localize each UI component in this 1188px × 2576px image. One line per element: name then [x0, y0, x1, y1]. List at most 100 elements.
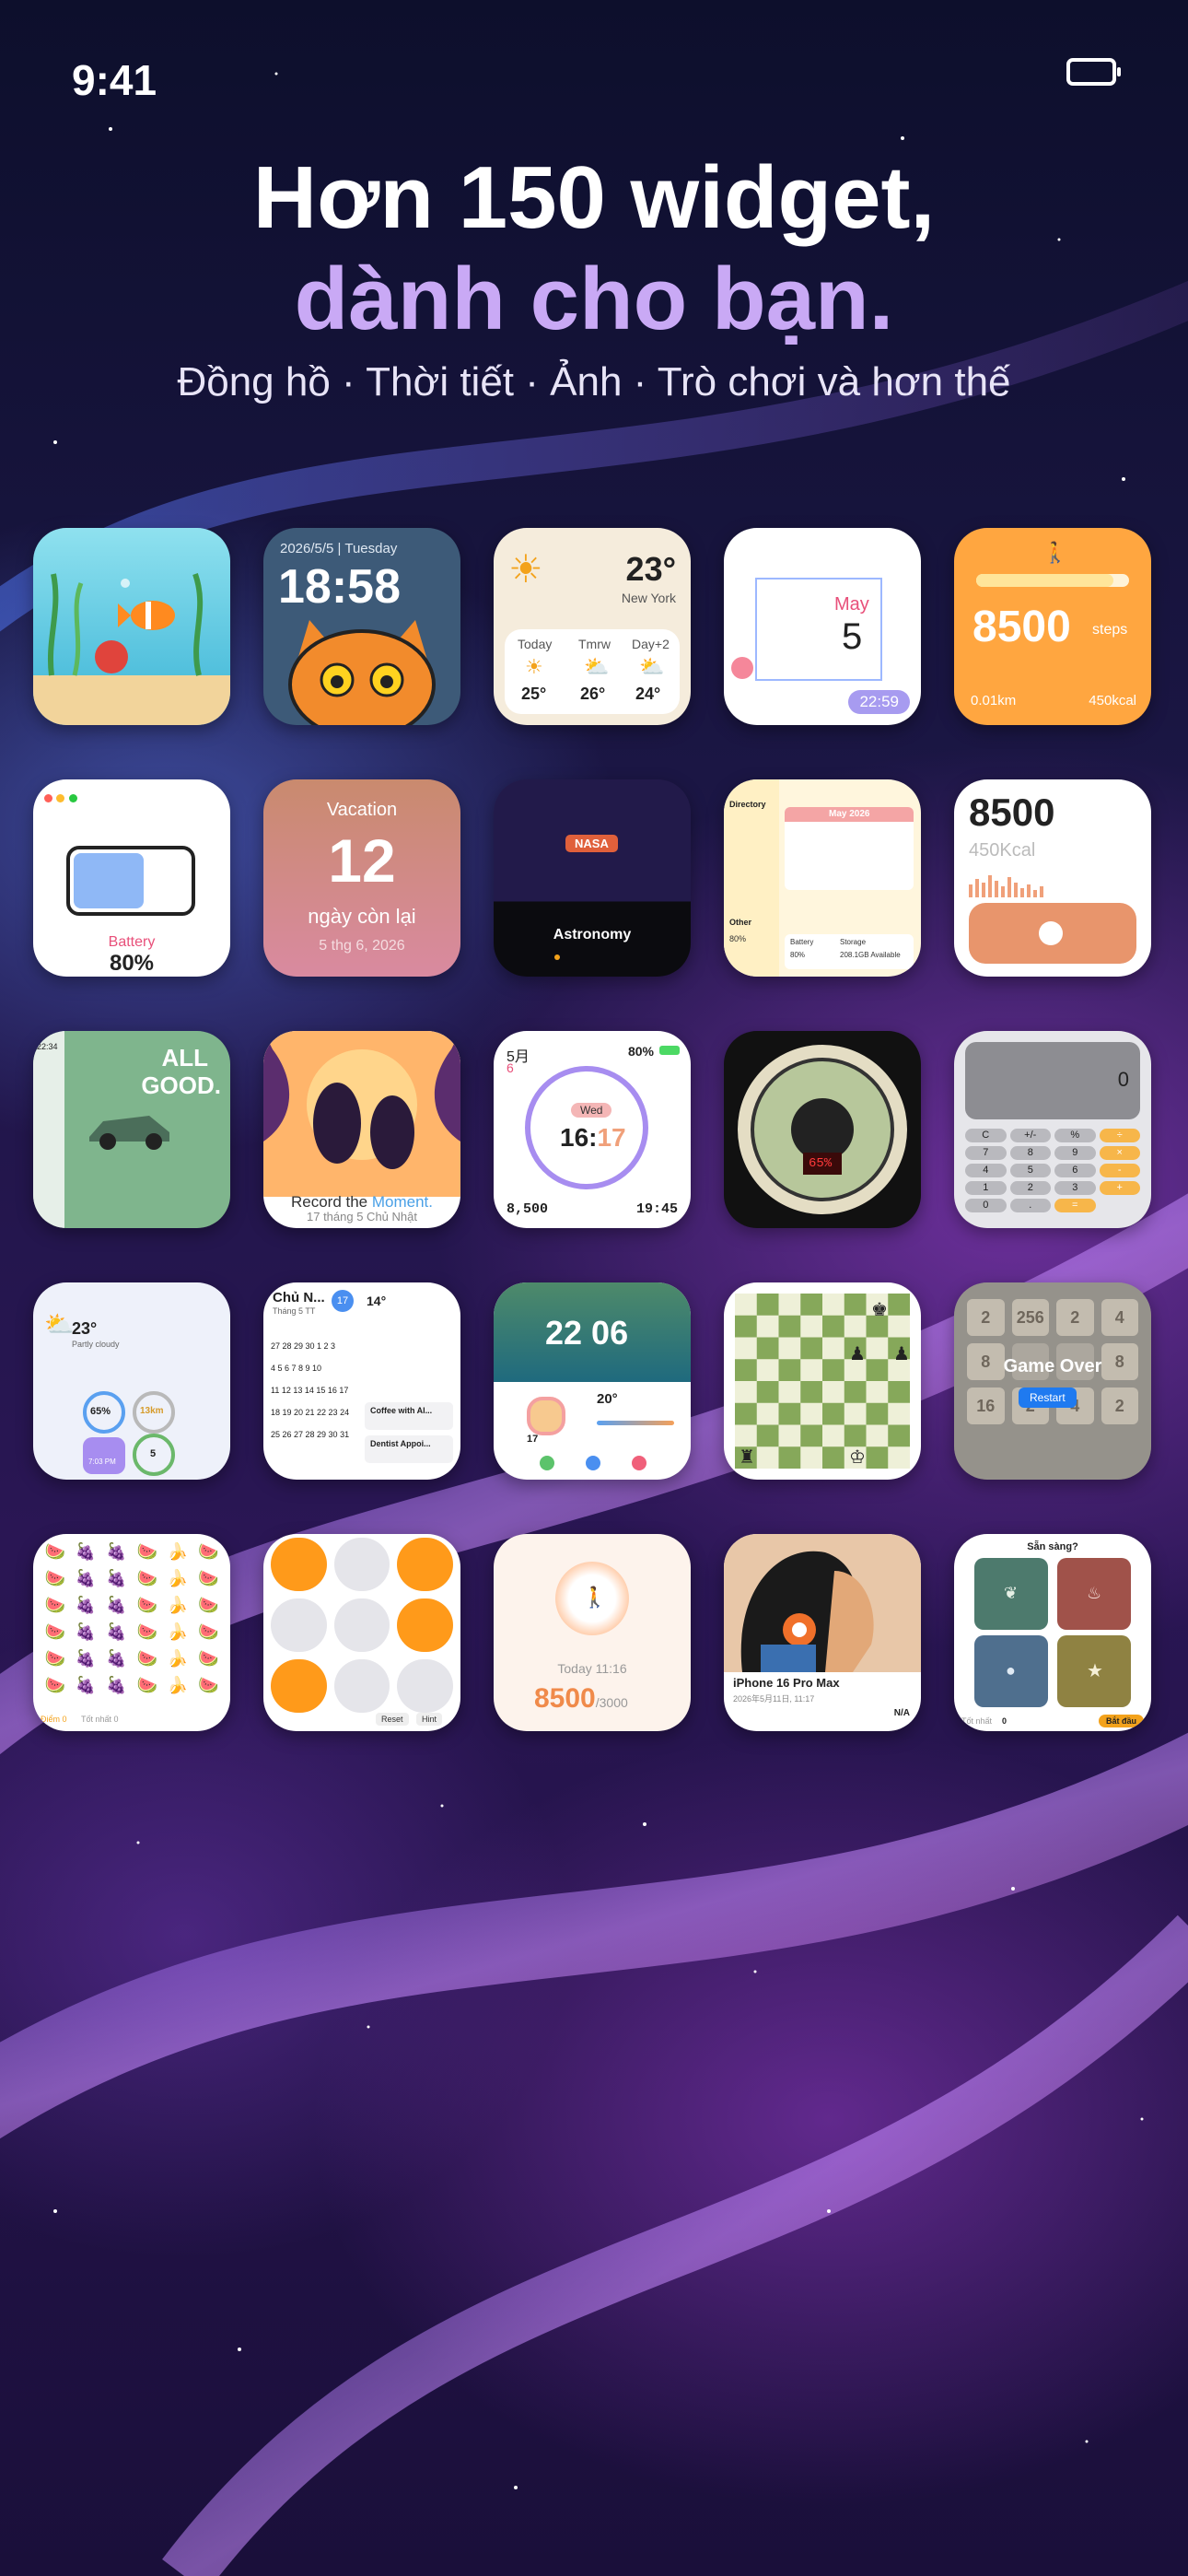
restart-button[interactable]: Restart — [1019, 1388, 1077, 1408]
portrait-device-widget[interactable]: iPhone 16 Pro Max 2026年5月11日, 11:17 N/A — [724, 1534, 921, 1731]
fruit-tile[interactable]: 🍉 — [194, 1620, 223, 1645]
fruit-tile[interactable]: 🍉 — [133, 1540, 161, 1564]
calculator-key[interactable]: × — [1099, 1146, 1140, 1160]
fruit-tile[interactable]: 🍌 — [163, 1646, 192, 1671]
fruit-tile[interactable]: 🍇 — [71, 1673, 99, 1698]
chess-widget[interactable]: ♚ ♟ ♟ ♜ ♔ — [724, 1282, 921, 1480]
calculator-key[interactable]: 8 — [1009, 1146, 1051, 1160]
calculator-key[interactable]: ÷ — [1099, 1129, 1140, 1142]
directory-widget[interactable]: Directory Other 80% May 2026 Battery 80%… — [724, 779, 921, 977]
steps-widget[interactable]: 🚶 8500 steps 0.01km 450kcal — [954, 528, 1151, 725]
memory-game-widget[interactable]: Sẵn sàng? ❦ ♨ ● ★ Tốt nhất 0 Bắt đầu — [954, 1534, 1151, 1731]
fruit-tile[interactable]: 🍇 — [102, 1673, 131, 1698]
weather-rings-widget[interactable]: ⛅ 23° Partly cloudy 65% 13km 7:03 PM 5 — [33, 1282, 230, 1480]
fruit-tile[interactable]: 🍌 — [163, 1593, 192, 1618]
kcal-widget[interactable]: 8500 450Kcal — [954, 779, 1151, 977]
vacation-countdown-widget[interactable]: Vacation 12 ngày còn lại 5 thg 6, 2026 — [263, 779, 460, 977]
fruit-tile[interactable]: 🍌 — [163, 1566, 192, 1591]
calculator-key[interactable]: C — [965, 1129, 1007, 1142]
calculator-widget[interactable]: 0 C +/-% ÷ 7 8 9 × 4 5 6- 1 2 3 +0. = — [954, 1031, 1151, 1228]
calculator-key[interactable]: +/- — [1009, 1129, 1051, 1142]
fruit-tile[interactable]: 🍌 — [163, 1540, 192, 1564]
fruit-tile[interactable]: 🍉 — [133, 1620, 161, 1645]
nasa-astronomy-widget[interactable]: NASA Astronomy — [494, 779, 691, 977]
fruit-tile[interactable]: 🍉 — [194, 1540, 223, 1564]
music-app-icon[interactable] — [632, 1456, 646, 1470]
ring-clock-widget[interactable]: 5月 6 80% Wed 16:17 8,500 19:45 — [494, 1031, 691, 1228]
battery-widget[interactable]: Battery 80% — [33, 779, 230, 977]
fruit-tile[interactable]: 🍇 — [102, 1593, 131, 1618]
phone-app-icon[interactable] — [540, 1456, 554, 1470]
calculator-key[interactable]: 3 — [1054, 1181, 1096, 1195]
fruit-tile[interactable]: 🍉 — [41, 1673, 69, 1698]
dot-cell[interactable] — [333, 1659, 390, 1713]
dot-cell[interactable] — [271, 1659, 327, 1713]
weather-widget[interactable]: ☀ 23° New York Today Tmrw Day+2 ☀ ⛅ ⛅ 25… — [494, 528, 691, 725]
fruit-tile[interactable]: 🍇 — [71, 1646, 99, 1671]
fruit-tile[interactable]: 🍉 — [194, 1566, 223, 1591]
calculator-key[interactable]: 7 — [965, 1146, 1007, 1160]
dot-cell[interactable] — [333, 1538, 390, 1591]
cat-clock-widget[interactable]: 2026/5/5 | Tuesday 18:58 — [263, 528, 460, 725]
dot-cell[interactable] — [333, 1598, 390, 1652]
fruit-tile[interactable]: 🍇 — [71, 1593, 99, 1618]
calculator-key[interactable]: 5 — [1009, 1164, 1051, 1177]
fruit-match-widget[interactable]: 🍉 🍇 🍇 🍉 🍌 🍉 🍉 🍇 🍇 🍉 🍌 🍉 🍉 🍇 🍇 🍉 🍌 🍉 🍉 🍇 🍇 🍉 🍌 🍉 🍉 🍇 🍇 🍉 🍌 🍉 🍉 🍇 🍇 🍉 🍌 🍉 Điể… — [33, 1534, 230, 1731]
dots-reset-button[interactable]: Reset — [376, 1713, 409, 1726]
fruit-tile[interactable]: 🍉 — [41, 1620, 69, 1645]
game-2048-widget[interactable]: 2256248816242 Game Over Restart — [954, 1282, 1151, 1480]
gauge-widget[interactable]: 65% — [724, 1031, 921, 1228]
calculator-key[interactable]: 0 — [965, 1199, 1007, 1212]
fruit-tile[interactable]: 🍉 — [194, 1646, 223, 1671]
fruit-tile[interactable]: 🍌 — [163, 1673, 192, 1698]
calculator-key[interactable]: 1 — [965, 1181, 1007, 1195]
parrots-photo-widget[interactable]: Record the Moment. 17 tháng 5 Chủ Nhật — [263, 1031, 460, 1228]
walk-goal-widget[interactable]: 🚶 Today 11:16 8500/3000 — [494, 1534, 691, 1731]
dot-cell[interactable] — [271, 1598, 327, 1652]
dots-hint-button[interactable]: Hint — [416, 1713, 443, 1726]
month-calendar-widget[interactable]: Chủ N... Tháng 5 TT 17 14° 27 28 29 30 1… — [263, 1282, 460, 1480]
kcal-start-button[interactable] — [969, 903, 1136, 964]
fruit-tile[interactable]: 🍇 — [102, 1646, 131, 1671]
calculator-key[interactable]: - — [1099, 1164, 1140, 1177]
calculator-key[interactable]: + — [1099, 1181, 1140, 1195]
calculator-key[interactable]: 9 — [1054, 1146, 1096, 1160]
memory-start-button[interactable]: Bắt đầu — [1098, 1715, 1144, 1727]
aquarium-widget[interactable] — [33, 528, 230, 725]
fruit-tile[interactable]: 🍉 — [41, 1593, 69, 1618]
fruit-tile[interactable]: 🍉 — [133, 1673, 161, 1698]
date-card-widget[interactable]: May 5 22:59 — [724, 528, 921, 725]
fruit-tile[interactable]: 🍇 — [71, 1540, 99, 1564]
calculator-key[interactable]: 4 — [965, 1164, 1007, 1177]
calculator-key[interactable]: % — [1054, 1129, 1096, 1142]
fruit-tile[interactable]: 🍉 — [194, 1673, 223, 1698]
calculator-key[interactable]: . — [1009, 1199, 1051, 1212]
fruit-tile[interactable]: 🍇 — [71, 1620, 99, 1645]
fruit-tile[interactable]: 🍉 — [41, 1540, 69, 1564]
fruit-tile[interactable]: 🍉 — [41, 1566, 69, 1591]
dots-game-widget[interactable]: Reset Hint — [263, 1534, 460, 1731]
fruit-tile[interactable]: 🍇 — [102, 1540, 131, 1564]
fruit-tile[interactable]: 🍇 — [102, 1620, 131, 1645]
fruit-tile[interactable]: 🍉 — [133, 1593, 161, 1618]
all-good-car-widget[interactable]: 22:34 ALL GOOD. — [33, 1031, 230, 1228]
fruit-tile[interactable]: 🍉 — [133, 1646, 161, 1671]
calculator-key[interactable]: 2 — [1009, 1181, 1051, 1195]
calculator-key[interactable]: = — [1054, 1199, 1096, 1212]
photo-clock-widget[interactable]: 22 06 17 20° — [494, 1282, 691, 1480]
dot-cell[interactable] — [397, 1598, 453, 1652]
event-2[interactable]: Dentist Appoi... — [365, 1435, 453, 1463]
fruit-tile[interactable]: 🍇 — [71, 1566, 99, 1591]
steps-kcal: 450kcal — [1089, 693, 1136, 708]
fruit-tile[interactable]: 🍉 — [41, 1646, 69, 1671]
calculator-key[interactable]: 6 — [1054, 1164, 1096, 1177]
fruit-tile[interactable]: 🍉 — [194, 1593, 223, 1618]
fruit-tile[interactable]: 🍉 — [133, 1566, 161, 1591]
messages-app-icon[interactable] — [586, 1456, 600, 1470]
fruit-tile[interactable]: 🍌 — [163, 1620, 192, 1645]
event-1[interactable]: Coffee with Al... — [365, 1402, 453, 1430]
dot-cell[interactable] — [397, 1538, 453, 1591]
dot-cell[interactable] — [397, 1659, 453, 1713]
dot-cell[interactable] — [271, 1538, 327, 1591]
fruit-tile[interactable]: 🍇 — [102, 1566, 131, 1591]
